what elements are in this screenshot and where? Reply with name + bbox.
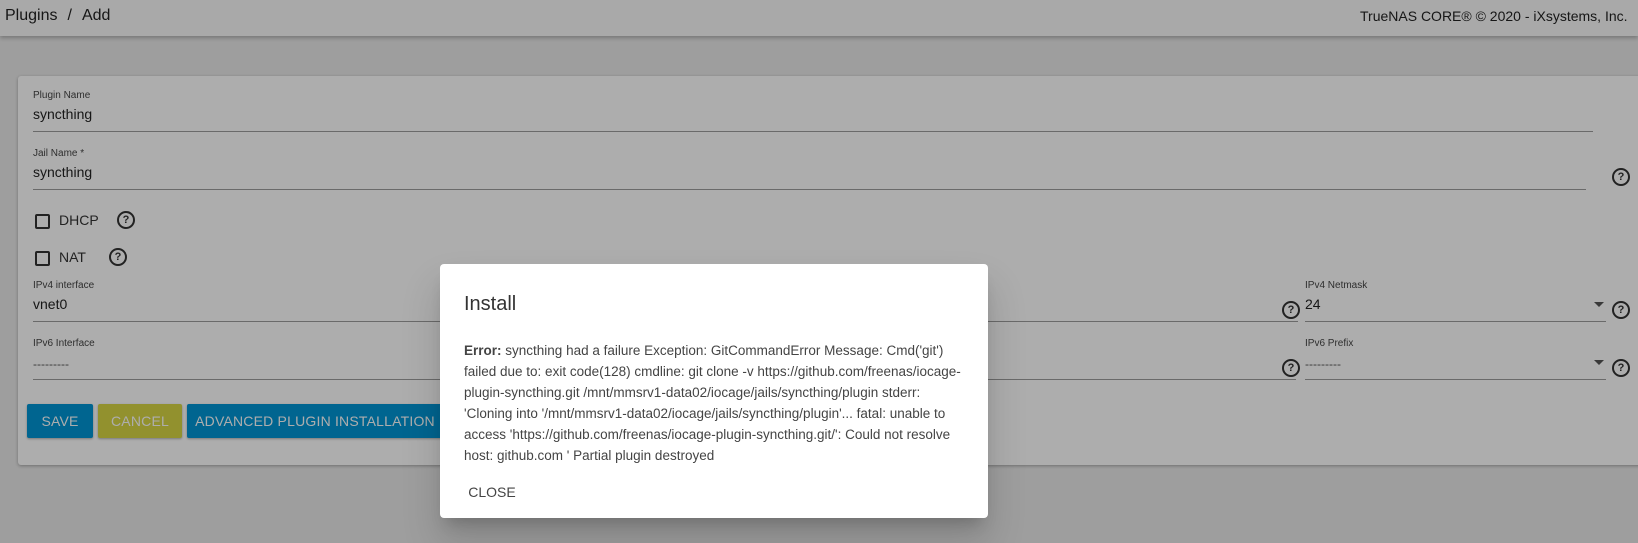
error-prefix: Error:	[464, 343, 502, 358]
dialog-message: Error: syncthing had a failure Exception…	[464, 340, 966, 466]
dialog-title: Install	[464, 293, 517, 315]
install-error-dialog: Install Error: syncthing had a failure E…	[440, 264, 988, 518]
close-button[interactable]: CLOSE	[464, 476, 520, 508]
error-message-text: syncthing had a failure Exception: GitCo…	[464, 343, 961, 463]
